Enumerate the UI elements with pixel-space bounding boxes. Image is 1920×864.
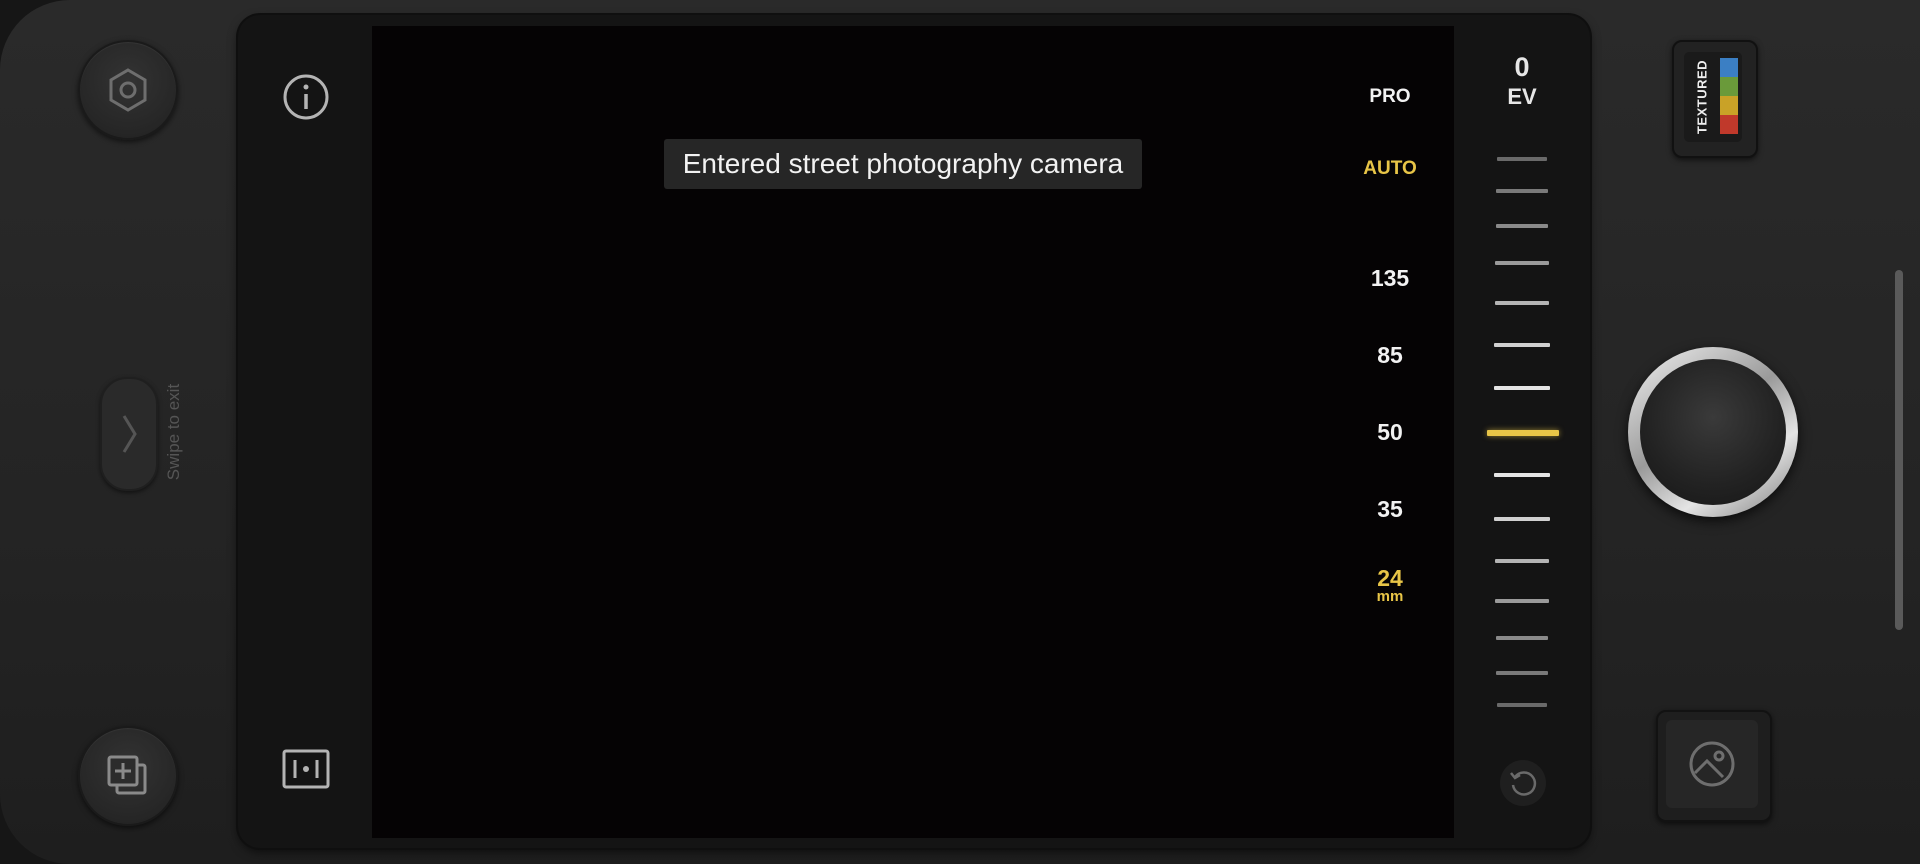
focal-length-24[interactable]: 24 mm [1350, 565, 1430, 605]
film-thumbnail: TEXTURED [1684, 52, 1742, 142]
shutter-button[interactable] [1628, 347, 1798, 517]
ev-tick [1494, 473, 1550, 477]
ev-tick [1497, 703, 1547, 707]
ev-tick [1496, 671, 1548, 675]
film-stripe [1720, 96, 1738, 115]
focal-length-85[interactable]: 85 [1350, 342, 1430, 369]
reset-exposure-button[interactable] [1500, 760, 1546, 806]
toast-message: Entered street photography camera [664, 139, 1142, 189]
focal-length-35[interactable]: 35 [1350, 496, 1430, 523]
gallery-thumbnail [1666, 720, 1758, 808]
ev-tick [1496, 189, 1548, 193]
ev-tick [1495, 261, 1549, 265]
ev-tick [1497, 157, 1547, 161]
film-stripe [1720, 77, 1738, 96]
ev-tick [1494, 386, 1550, 390]
exposure-value: 0 [1514, 52, 1530, 82]
gallery-button[interactable] [1656, 710, 1772, 822]
swipe-to-exit-label: Swipe to exit [164, 383, 183, 481]
ev-tick [1496, 636, 1548, 640]
exposure-unit-label: EV [1507, 84, 1537, 109]
ev-tick [1495, 301, 1549, 305]
frame-icon [282, 749, 330, 789]
ev-tick [1496, 224, 1548, 228]
swipe-exit-handle[interactable] [100, 377, 158, 491]
gallery-icon [1689, 741, 1735, 787]
ev-tick [1495, 559, 1549, 563]
settings-icon [109, 68, 147, 112]
film-selector[interactable]: TEXTURED [1672, 40, 1758, 158]
info-icon [283, 74, 329, 120]
info-button[interactable] [280, 71, 332, 123]
add-to-album-button[interactable] [78, 726, 178, 826]
auto-mode-button[interactable]: AUTO [1350, 158, 1430, 180]
ev-tick [1494, 343, 1550, 347]
film-label: TEXTURED [1694, 59, 1710, 135]
film-stripe [1720, 58, 1738, 77]
focal-length-50[interactable]: 50 [1350, 419, 1430, 446]
settings-button[interactable] [78, 40, 178, 140]
ev-tick [1494, 517, 1550, 521]
film-stripe [1720, 115, 1738, 134]
focal-length-135[interactable]: 135 [1350, 265, 1430, 292]
frame-button[interactable] [280, 745, 332, 793]
ev-tick-current [1487, 430, 1559, 436]
scrollbar[interactable] [1895, 270, 1903, 630]
reset-icon [1510, 771, 1537, 796]
add-layers-icon [107, 755, 147, 795]
shutter-core [1640, 359, 1786, 505]
focal-length-unit: mm [1376, 588, 1404, 605]
chevron-right-icon [122, 415, 137, 453]
pro-mode-button[interactable]: PRO [1350, 86, 1430, 108]
ev-tick [1495, 599, 1549, 603]
